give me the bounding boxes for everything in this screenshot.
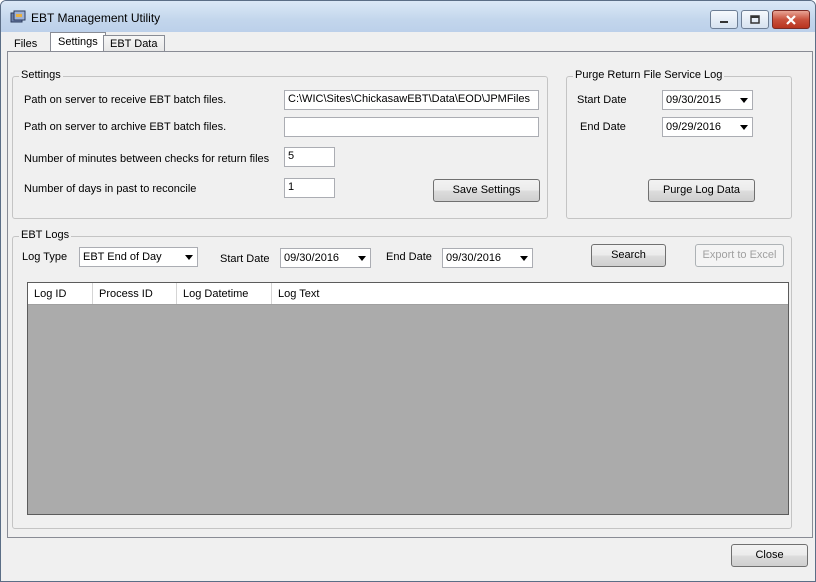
days-label: Number of days in past to reconcile [24,183,197,195]
days-input[interactable]: 1 [284,178,335,198]
minutes-label: Number of minutes between checks for ret… [24,153,270,165]
window-title: EBT Management Utility [31,11,161,25]
log-start-date-value: 09/30/2016 [284,252,340,264]
column-log-text[interactable]: Log Text [272,283,788,304]
export-to-excel-button[interactable]: Export to Excel [695,244,784,267]
archive-path-input[interactable] [284,117,539,137]
main-window: EBT Management Utility Files Settings EB… [0,0,816,582]
log-grid-header: Log ID Process ID Log Datetime Log Text [28,283,788,305]
log-type-select[interactable]: EBT End of Day [79,247,198,267]
close-icon [786,14,796,25]
close-button[interactable]: Close [731,544,808,567]
purge-log-data-button[interactable]: Purge Log Data [648,179,755,202]
column-log-id[interactable]: Log ID [28,283,93,304]
ebt-logs-group-title: EBT Logs [19,229,72,241]
column-process-id[interactable]: Process ID [93,283,177,304]
log-start-date-picker[interactable]: 09/30/2016 [280,248,371,268]
chevron-down-icon[interactable] [515,250,531,266]
tab-bar: Files Settings EBT Data [7,32,813,52]
close-window-button[interactable] [772,10,810,29]
log-end-label: End Date [386,251,432,263]
purge-end-date-value: 09/29/2016 [666,121,722,133]
log-end-date-picker[interactable]: 09/30/2016 [442,248,533,268]
log-grid[interactable]: Log ID Process ID Log Datetime Log Text [27,282,789,515]
maximize-button[interactable] [741,10,769,29]
title-bar[interactable]: EBT Management Utility [1,1,815,32]
chevron-down-icon[interactable] [735,119,751,135]
save-settings-button[interactable]: Save Settings [433,179,540,202]
receive-path-input[interactable]: C:\WIC\Sites\ChickasawEBT\Data\EOD\JPMFi… [284,90,539,110]
tab-files[interactable]: Files [7,35,44,52]
column-log-datetime[interactable]: Log Datetime [177,283,272,304]
settings-group: Settings Path on server to receive EBT b… [12,69,548,219]
search-button[interactable]: Search [591,244,666,267]
minutes-input[interactable]: 5 [284,147,335,167]
purge-start-date-value: 09/30/2015 [666,94,722,106]
log-start-label: Start Date [220,253,270,265]
minimize-icon [720,20,728,23]
minimize-button[interactable] [710,10,738,29]
tab-settings[interactable]: Settings [50,32,106,52]
purge-end-label: End Date [580,121,626,133]
archive-path-label: Path on server to archive EBT batch file… [24,121,227,133]
app-icon [10,10,26,23]
settings-tab-page: Settings Path on server to receive EBT b… [7,51,813,538]
receive-path-label: Path on server to receive EBT batch file… [24,94,227,106]
purge-start-label: Start Date [577,94,627,106]
purge-group-title: Purge Return File Service Log [573,69,725,81]
log-type-value: EBT End of Day [83,251,162,263]
log-type-label: Log Type [22,251,68,263]
purge-start-date-picker[interactable]: 09/30/2015 [662,90,753,110]
purge-end-date-picker[interactable]: 09/29/2016 [662,117,753,137]
tab-ebt-data[interactable]: EBT Data [103,35,165,52]
chevron-down-icon[interactable] [180,249,196,265]
maximize-icon [750,15,760,24]
chevron-down-icon[interactable] [353,250,369,266]
log-end-date-value: 09/30/2016 [446,252,502,264]
chevron-down-icon[interactable] [735,92,751,108]
settings-group-title: Settings [19,69,63,81]
purge-group: Purge Return File Service Log Start Date… [566,69,792,219]
